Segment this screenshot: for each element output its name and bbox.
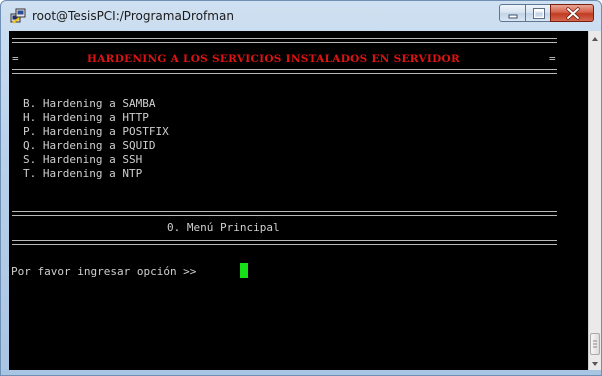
scroll-up-button[interactable]	[589, 31, 601, 45]
menu-item-postfix: P. Hardening a POSTFIX	[23, 125, 169, 138]
scroll-up-arrow-icon	[592, 37, 598, 41]
scroll-down-button[interactable]	[589, 356, 601, 370]
scroll-thumb[interactable]	[590, 333, 600, 355]
header-left-marker: =	[12, 52, 19, 65]
scroll-down-arrow-icon	[592, 362, 598, 366]
minimize-icon	[508, 14, 518, 19]
maximize-icon	[533, 8, 545, 19]
maximize-button[interactable]	[525, 4, 551, 22]
menu-item-samba: B. Hardening a SAMBA	[23, 97, 156, 110]
header-title: HARDENING A LOS SERVICIOS INSTALADOS EN …	[87, 53, 460, 65]
vertical-scrollbar[interactable]	[588, 31, 601, 370]
title-bar[interactable]: root@TesisPCI:/ProgramaDrofman	[1, 1, 601, 31]
menu-item-http: H. Hardening a HTTP	[23, 111, 149, 124]
putty-window: root@TesisPCI:/ProgramaDrofman = HARDENI…	[0, 0, 602, 376]
main-menu-option: 0. Menú Principal	[167, 221, 280, 234]
window-title: root@TesisPCI:/ProgramaDrofman	[32, 9, 234, 23]
menu-bottom-rule	[12, 240, 557, 245]
menu-top-rule	[12, 211, 557, 216]
minimize-button[interactable]	[499, 4, 526, 22]
terminal-area[interactable]: = HARDENING A LOS SERVICIOS INSTALADOS E…	[9, 31, 588, 370]
header-right-marker: =	[549, 52, 556, 65]
option-prompt: Por favor ingresar opción >>	[11, 265, 197, 278]
close-button[interactable]	[550, 4, 594, 22]
header-bottom-rule	[12, 69, 557, 74]
close-icon	[566, 7, 580, 20]
header-top-rule	[12, 38, 557, 43]
putty-icon[interactable]	[10, 8, 26, 24]
menu-item-squid: Q. Hardening a SQUID	[23, 139, 156, 152]
text-cursor[interactable]	[240, 263, 248, 278]
menu-item-ssh: S. Hardening a SSH	[23, 153, 143, 166]
menu-item-ntp: T. Hardening a NTP	[23, 167, 143, 180]
